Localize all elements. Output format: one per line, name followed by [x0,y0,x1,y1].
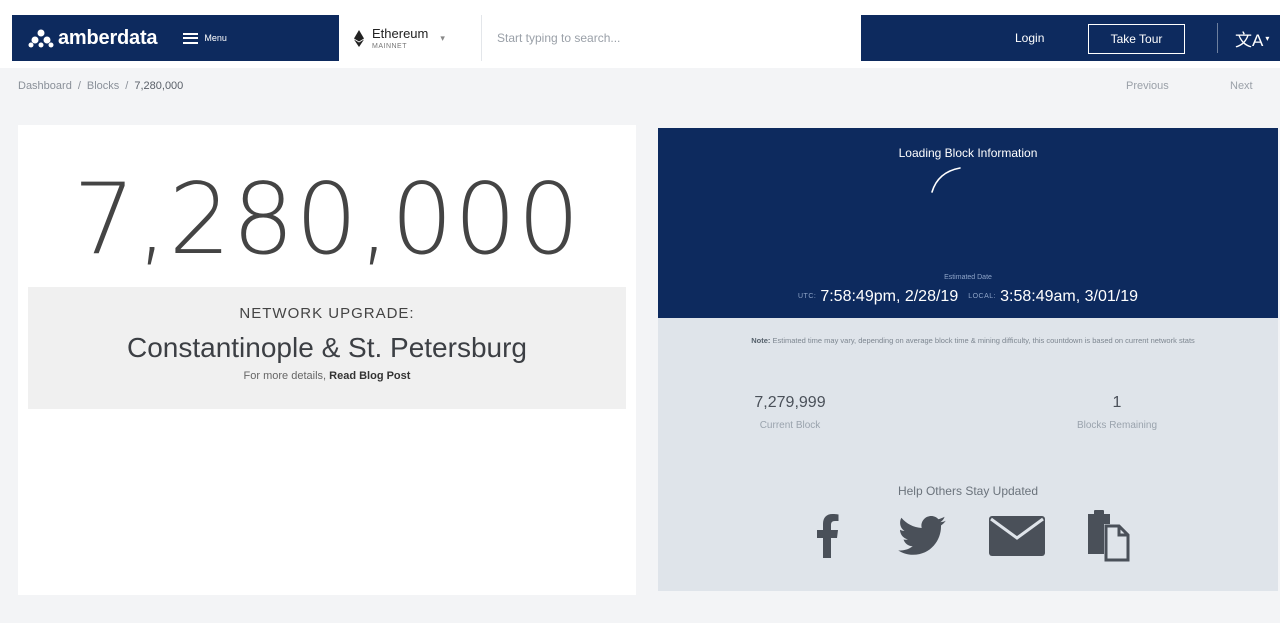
upgrade-box: NETWORK UPGRADE: Constantinople & St. Pe… [28,287,626,409]
breadcrumb-separator: / [125,80,129,92]
breadcrumb-current: 7,280,000 [134,80,184,92]
translate-icon: 文A [1235,31,1264,50]
chevron-down-icon: ▾ [1265,34,1270,43]
breadcrumb-separator: / [77,80,81,92]
upgrade-more: For more details, Read Blog Post [28,370,626,382]
estimated-date-label: Estimated Date [944,274,992,281]
chevron-down-icon: ▾ [440,32,445,43]
menu-label: Menu [204,33,227,43]
countdown-card: Loading Block Information Estimated Date… [658,128,1278,591]
blocks-remaining-stat: 1 Blocks Remaining [1042,394,1192,431]
menu-button[interactable]: Menu [183,32,227,44]
more-prefix: For more details, [243,370,327,382]
previous-link[interactable]: Previous [1126,80,1169,92]
upgrade-label: NETWORK UPGRADE: [239,305,415,322]
search-input[interactable] [497,31,861,45]
estimate-note: Note: Estimated time may vary, depending… [698,334,1248,347]
nav-divider [1217,23,1218,53]
nav-left-panel: amberdata Menu [12,15,339,61]
loading-spinner-icon [931,167,961,193]
copy-icon[interactable] [1078,508,1138,564]
loading-panel: Loading Block Information Estimated Date… [658,128,1278,318]
read-blog-post-link[interactable]: Read Blog Post [329,370,410,382]
blocks-remaining-value: 1 [1112,394,1122,411]
brand-logo[interactable]: amberdata [28,26,158,50]
current-block-value: 7,279,999 [754,394,826,411]
network-sub: MAINNET [372,42,407,50]
network-name: Ethereum [372,25,429,41]
note-label: Note: [751,336,771,345]
top-navbar: amberdata Menu Ethereum MAINNET ▾ Login … [0,0,1280,68]
upgrade-name: Constantinople & St. Petersburg [126,332,527,363]
email-icon[interactable] [986,508,1048,564]
hamburger-icon [183,32,199,44]
search-box [481,15,861,61]
current-block-stat: 7,279,999 Current Block [720,394,860,431]
facebook-icon[interactable] [808,508,848,564]
language-button[interactable]: 文A ▾ [1235,26,1269,51]
login-link[interactable]: Login [1015,31,1044,45]
block-card: 7,280,000 NETWORK UPGRADE: Constantinopl… [18,125,636,595]
share-icons [658,508,1278,568]
twitter-icon[interactable] [892,508,952,564]
share-title: Help Others Stay Updated [897,484,1039,498]
breadcrumb-blocks[interactable]: Blocks [87,80,119,92]
current-block-label: Current Block [759,420,821,431]
utc-time: 7:58:49pm, 2/28/19 [820,288,959,305]
utc-label: UTC: [797,293,817,301]
amberdata-logo-icon [28,29,54,48]
note-text: Estimated time may vary, depending on av… [772,336,1195,345]
ethereum-icon [354,29,364,47]
blocks-remaining-label: Blocks Remaining [1076,420,1158,431]
local-time: 3:58:49am, 3/01/19 [1000,288,1139,305]
brand-name: amberdata [58,26,158,49]
breadcrumb-dashboard[interactable]: Dashboard [18,80,72,92]
estimated-times: UTC: 7:58:49pm, 2/28/19 LOCAL: 3:58:49am, 3… [658,288,1278,306]
block-number: 7,280,000 [73,163,581,277]
take-tour-button[interactable]: Take Tour [1088,24,1185,54]
nav-right-panel: Login Take Tour 文A ▾ [861,15,1280,61]
network-selector[interactable]: Ethereum MAINNET ▾ [347,15,480,61]
local-label: LOCAL: [968,293,997,301]
breadcrumb: Dashboard / Blocks / 7,280,000 [18,80,183,92]
next-link[interactable]: Next [1230,80,1253,92]
